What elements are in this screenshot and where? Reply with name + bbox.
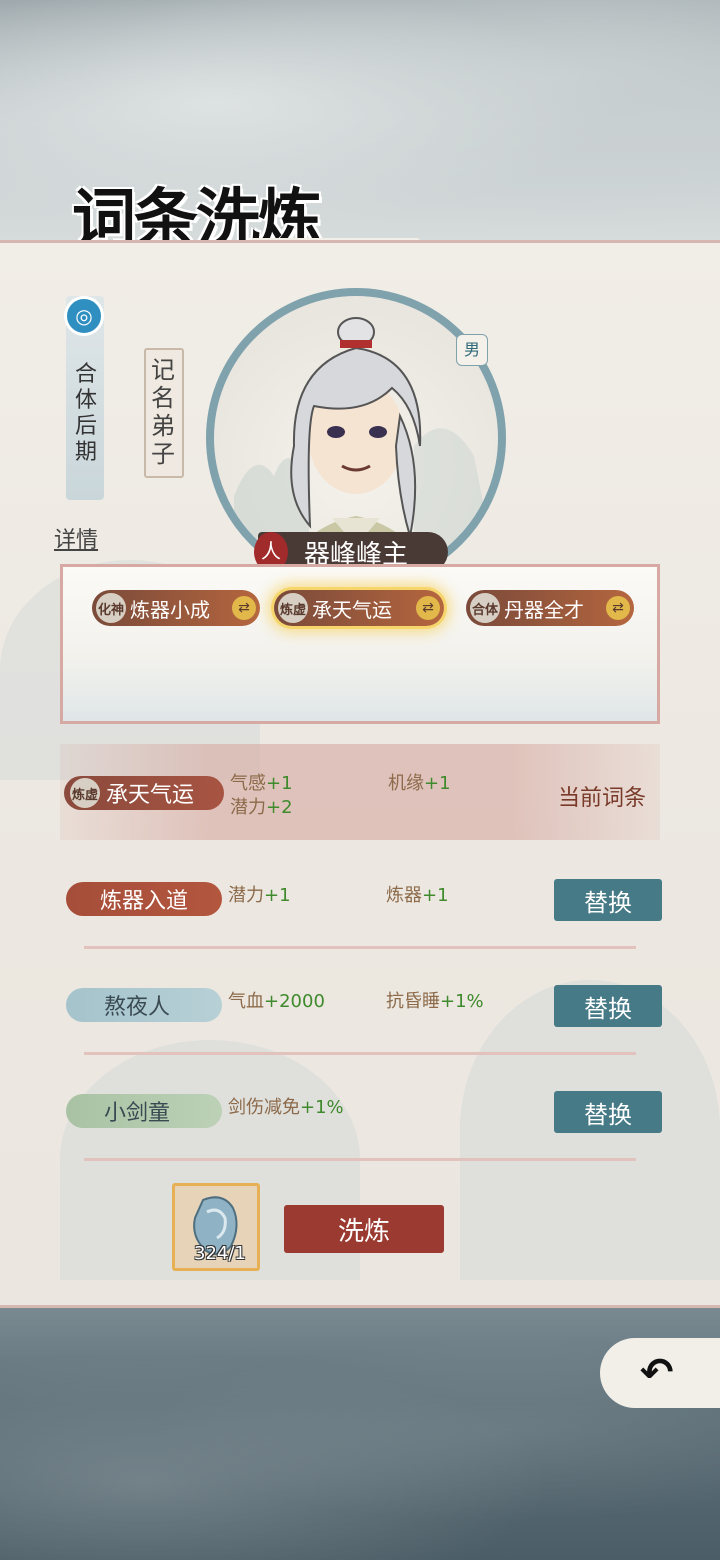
current-stat-1: 气感+1 xyxy=(230,773,293,794)
option-trait-name: 小剑童 xyxy=(104,1101,171,1126)
swap-icon: ⇄ xyxy=(416,596,440,620)
swap-icon: ⇄ xyxy=(232,596,256,620)
item-count: 324/1 xyxy=(194,1243,246,1264)
back-arrow-icon: ↶ xyxy=(640,1350,674,1396)
rank-label: 记名弟子 xyxy=(151,356,175,468)
trait-slot-name: 承天气运 xyxy=(312,597,392,622)
trait-slots-box xyxy=(60,564,660,724)
option-trait-name: 炼器入道 xyxy=(100,889,189,914)
realm-badge: 合体 xyxy=(470,593,500,623)
option-trait-pill-1: 炼器入道 xyxy=(66,882,222,916)
option-trait-name: 熬夜人 xyxy=(104,995,171,1020)
option-3-stat-1: 剑伤减免+1% xyxy=(228,1097,344,1118)
trait-slot-2[interactable]: 炼虚 承天气运 ⇄ xyxy=(274,590,444,626)
replace-button-3[interactable]: 替换 xyxy=(554,1091,662,1133)
option-2-stat-1: 气血+2000 xyxy=(228,991,325,1012)
current-stat-2: 潜力+2 xyxy=(230,797,293,818)
swap-icon: ⇄ xyxy=(606,596,630,620)
row-divider xyxy=(84,946,636,949)
realm-badge: 化神 xyxy=(96,593,126,623)
replace-button-1[interactable]: 替换 xyxy=(554,879,662,921)
refine-button[interactable]: 洗炼 xyxy=(284,1205,444,1253)
current-trait-name: 承天气运 xyxy=(106,783,195,808)
current-stat-3: 机缘+1 xyxy=(388,773,451,794)
current-trait-pill: 炼虚 承天气运 xyxy=(64,776,224,810)
option-2-stat-2: 抗昏睡+1% xyxy=(386,991,484,1012)
trait-slot-3[interactable]: 合体 丹器全才 ⇄ xyxy=(466,590,634,626)
row-divider xyxy=(84,1052,636,1055)
gender-badge: 男 xyxy=(456,334,488,366)
realm-swirl-icon: ◎ xyxy=(64,296,104,336)
option-trait-pill-3: 小剑童 xyxy=(66,1094,222,1128)
background-mountains xyxy=(0,1300,720,1560)
option-1-stat-1: 潜力+1 xyxy=(228,885,291,906)
realm-badge: 炼虚 xyxy=(70,778,100,808)
current-trait-label: 当前词条 xyxy=(558,786,647,811)
detail-link[interactable]: 详情 xyxy=(54,522,98,554)
trait-slot-1[interactable]: 化神 炼器小成 ⇄ xyxy=(92,590,260,626)
option-1-stat-2: 炼器+1 xyxy=(386,885,449,906)
realm-label: 合体后期 xyxy=(74,362,97,465)
trait-slot-name: 丹器全才 xyxy=(504,597,584,622)
row-divider xyxy=(84,1158,636,1161)
trait-slot-name: 炼器小成 xyxy=(130,597,210,622)
replace-button-2[interactable]: 替换 xyxy=(554,985,662,1027)
option-trait-pill-2: 熬夜人 xyxy=(66,988,222,1022)
realm-badge: 炼虚 xyxy=(278,593,308,623)
